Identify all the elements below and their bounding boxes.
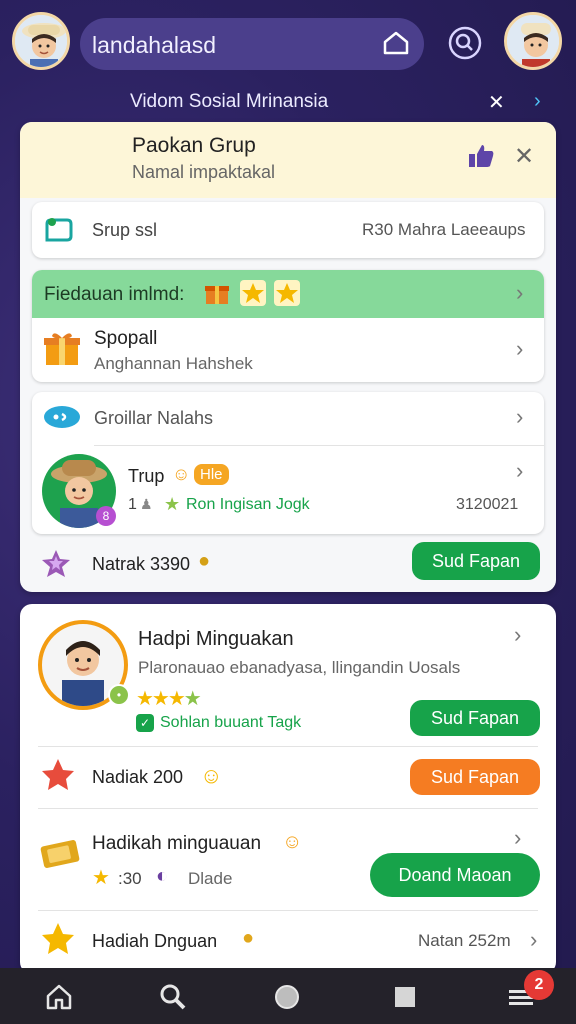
smile-icon: ☺ — [172, 464, 191, 484]
bonus-value: :30 — [118, 869, 142, 888]
star-icon — [274, 280, 300, 311]
group-subtitle: Namal impaktakal — [132, 162, 276, 182]
gift-box-icon — [42, 328, 82, 373]
chevron-right-icon[interactable]: › — [514, 622, 521, 648]
square-button-icon[interactable] — [390, 982, 420, 1012]
chevron-right-icon[interactable]: › — [516, 458, 523, 484]
weekly-title: Hadpi Minguakan — [138, 628, 294, 650]
member-value: 3120021 — [456, 496, 519, 513]
weekly-reward-row[interactable]: • Hadpi Minguakan Plaronauao ebanadyasa,… — [20, 604, 556, 746]
top-bar: landahalasd — [0, 0, 576, 86]
group-info-row[interactable]: Srup ssl R30 Mahra Laeeaups — [32, 202, 544, 258]
weekly-status: Sohlan buuant Tagk — [160, 714, 302, 731]
gift-icon — [204, 280, 230, 311]
coin-icon: ☺ — [282, 831, 303, 853]
member-status: Ron Ingisan Jogk — [186, 496, 310, 513]
member-row[interactable]: 8 Trup ☺ Hle 1 ♟ ★ Ron Ingisan Jogk 3120… — [32, 446, 544, 534]
group-header[interactable]: Paokan Grup Namal impaktakal ✕ — [20, 122, 556, 198]
bonus-subtitle: Dlade — [188, 869, 233, 888]
star-badge-icon — [40, 548, 72, 585]
reward-header[interactable]: Fiedauan imlmd: › — [32, 270, 544, 318]
special-subtitle: Anghannan Hahshek — [94, 354, 253, 373]
bonus-title: Hadikah minguauan — [92, 833, 262, 854]
profile-avatar[interactable] — [12, 12, 70, 70]
daily-action-button[interactable]: Sud Fapan — [410, 759, 540, 795]
gift-reward-title: Hadiah Dnguan — [92, 931, 218, 951]
close-x-icon[interactable]: ✕ — [488, 90, 505, 115]
members-panel: Groillar Nalahs › 8 Trup ☺ Hle 1 ♟ ★ Ron… — [32, 392, 544, 534]
home-icon[interactable] — [382, 30, 410, 62]
avatar-face-icon — [15, 15, 67, 67]
weekly-action-button[interactable]: Sud Fapan — [410, 700, 540, 736]
star-icon — [240, 280, 266, 311]
daily-reward-row[interactable]: Nadiak 200 ☺ Sud Fapan — [20, 747, 556, 807]
grouper-row[interactable]: Groillar Nalahs › — [32, 392, 544, 444]
rewards-card: • Hadpi Minguakan Plaronauao ebanadyasa,… — [20, 604, 556, 974]
weekly-bonus-row[interactable]: Hadikah minguauan ☺ › ★ :30 ◐ Dlade Doan… — [20, 809, 556, 909]
special-title: Spopall — [94, 328, 158, 349]
friend-avatar[interactable] — [504, 12, 562, 70]
daily-label: Nadiak 200 — [92, 767, 184, 787]
group-title: Paokan Grup — [132, 134, 256, 157]
search-text: landahalasd — [92, 32, 217, 58]
search-field[interactable]: landahalasd — [80, 18, 424, 70]
bonus-action-button[interactable]: Doand Maoan — [370, 853, 540, 897]
close-icon[interactable]: ✕ — [514, 142, 534, 171]
notification-badge[interactable]: 2 — [524, 970, 554, 1000]
natrak-row: Natrak 3390 ● Sud Fapan — [20, 534, 556, 592]
natrak-label: Natrak 3390 — [92, 554, 191, 574]
member-group-icon: ♟ — [140, 496, 153, 512]
coin-icon: ● — [242, 927, 255, 949]
banner-title: Vidom Sosial Mrinansia — [130, 91, 329, 112]
gift-reward-value: Natan 252m — [418, 931, 511, 950]
chevron-right-icon[interactable]: › — [534, 90, 541, 113]
star-icon: ★ — [92, 867, 110, 889]
star-icon: ★ — [164, 494, 181, 514]
group-chat-icon — [44, 216, 74, 249]
star-icon — [40, 757, 76, 798]
weekly-subtitle: Plaronauao ebanadyasa, llingandin Uosals — [138, 658, 461, 677]
gold-ticket-icon — [40, 835, 82, 874]
group-card: Paokan Grup Namal impaktakal ✕ Srup ssl … — [20, 122, 556, 592]
chat-bubble-icon — [42, 404, 82, 435]
check-icon: ✓ — [136, 714, 154, 732]
member-tag: Hle — [194, 464, 229, 485]
star-icon — [40, 921, 76, 962]
section-banner: Vidom Sosial Mrinansia ✕ › — [30, 88, 560, 120]
member-count: 1 — [128, 496, 137, 513]
search-icon[interactable] — [446, 24, 484, 62]
chevron-right-icon[interactable]: › — [530, 927, 537, 953]
member-level-icon: 8 — [96, 506, 116, 526]
rating-stars: ★★★★ — [136, 688, 202, 710]
avatar-face-icon — [507, 15, 559, 67]
circle-button-icon[interactable] — [272, 982, 302, 1012]
smile-icon: ☺ — [200, 763, 223, 788]
chevron-right-icon[interactable]: › — [516, 336, 523, 362]
reward-panel: Fiedauan imlmd: › Spopall Anghannan Hahs… — [32, 270, 544, 382]
special-offer-row[interactable]: Spopall Anghannan Hahshek › — [32, 318, 544, 382]
reward-level-badge: • — [108, 684, 130, 706]
bottom-navigation — [0, 968, 576, 1024]
chevron-right-icon[interactable]: › — [514, 825, 521, 851]
chevron-right-icon[interactable]: › — [516, 280, 523, 306]
reward-header-label: Fiedauan imlmd: — [44, 284, 185, 305]
search-icon[interactable] — [158, 982, 188, 1012]
grouper-label: Groillar Nalahs — [94, 408, 214, 428]
chevron-right-icon[interactable]: › — [516, 404, 523, 430]
member-name: Trup — [128, 466, 165, 486]
natrak-action-button[interactable]: Sud Fapan — [412, 542, 540, 580]
gift-reward-row[interactable]: Hadiah Dnguan ● Natan 252m › — [20, 911, 556, 974]
group-value: R30 Mahra Laeeaups — [362, 220, 526, 239]
coin-icon: ● — [198, 550, 211, 572]
home-icon[interactable] — [44, 982, 74, 1012]
potion-icon: ◐ — [156, 865, 169, 887]
group-label: Srup ssl — [92, 220, 158, 240]
like-icon[interactable] — [466, 142, 496, 175]
